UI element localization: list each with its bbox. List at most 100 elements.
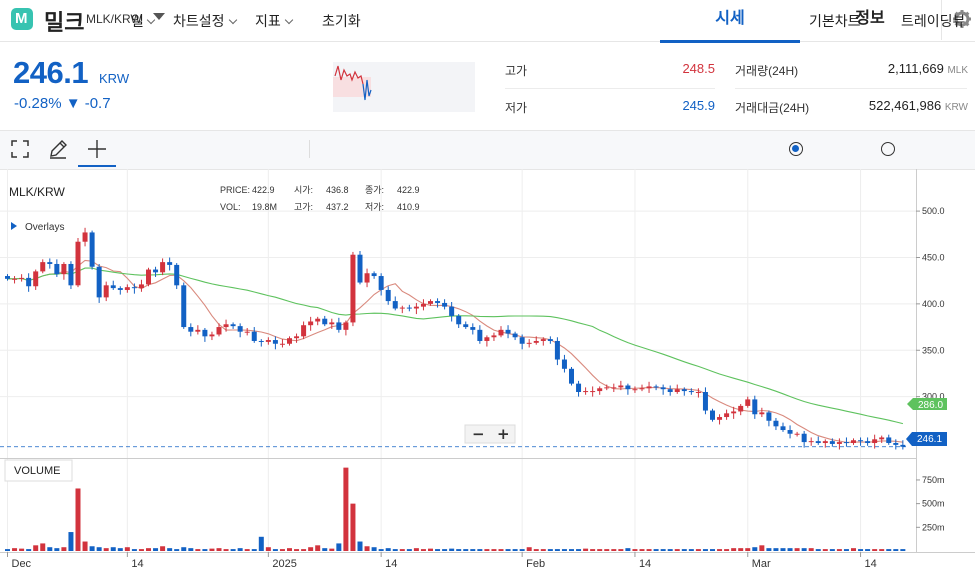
candle-body: [442, 302, 448, 307]
candle-body: [301, 325, 307, 337]
candle-body: [181, 285, 187, 328]
volume-bar: [54, 548, 60, 551]
volume-bar: [540, 549, 546, 551]
volume-bar: [604, 549, 610, 551]
low-value: 245.9: [682, 98, 715, 113]
fullscreen-button[interactable]: [11, 140, 29, 158]
basic-chart-radio[interactable]: [789, 142, 803, 156]
svg-text:저가:: 저가:: [365, 202, 384, 212]
volume-tick-label: 250m: [922, 522, 945, 532]
volume-bar: [836, 549, 842, 551]
candle-body: [851, 440, 856, 444]
candle-body: [554, 340, 560, 360]
svg-text:시가:: 시가:: [294, 185, 313, 195]
candle-body: [759, 412, 765, 415]
candle-body: [61, 263, 67, 275]
candle-body: [484, 337, 490, 341]
date-tick-label: Dec: [12, 558, 32, 570]
volume-bar: [378, 549, 384, 551]
volume-bar: [477, 549, 483, 551]
candle-body: [639, 388, 645, 390]
triangle-right-icon[interactable]: [11, 222, 17, 230]
divider: [505, 88, 715, 89]
volume-bar: [512, 549, 518, 551]
draw-button[interactable]: [48, 139, 68, 159]
overlays-toggle[interactable]: Overlays: [25, 222, 64, 233]
candle-body: [399, 307, 405, 309]
reset-button[interactable]: 초기화: [322, 11, 361, 31]
volume-bar: [695, 549, 701, 551]
candle-body: [815, 441, 821, 444]
volume-bar: [181, 547, 187, 551]
candle-body: [491, 335, 497, 338]
zoom-in-button[interactable]: +: [497, 425, 510, 443]
candle-body: [40, 262, 46, 272]
volume-bar: [597, 549, 603, 551]
candle-body: [110, 285, 116, 289]
candle-body: [364, 273, 370, 283]
trading-view-radio[interactable]: [881, 142, 895, 156]
date-axis: Dec 14 2025 14 Feb 14 Mar 14: [7, 552, 877, 570]
high-label: 고가: [505, 64, 528, 78]
candle-body: [47, 262, 53, 264]
tab-quote[interactable]: 시세: [660, 0, 800, 43]
price-tick-label: 400.0: [922, 299, 945, 309]
candle-body: [710, 410, 715, 420]
candle-body: [688, 391, 694, 393]
volume-bar: [745, 548, 751, 551]
zoom-controls: − +: [464, 424, 516, 444]
candle-body: [315, 318, 321, 322]
volume-bar: [505, 549, 511, 551]
candle-body: [865, 441, 871, 444]
svg-text:고가:: 고가:: [294, 202, 313, 212]
svg-text:246.1: 246.1: [917, 434, 942, 445]
volume-bar: [428, 548, 433, 551]
volume-bar: [223, 549, 229, 551]
svg-text:436.8: 436.8: [326, 185, 349, 195]
volume-bar: [576, 549, 582, 551]
candle-body: [406, 307, 412, 309]
candle-body: [26, 277, 32, 287]
indicator-menu[interactable]: 지표: [255, 11, 281, 31]
volume-bar: [526, 547, 532, 551]
candle-body: [357, 254, 363, 283]
chart-settings-menu[interactable]: 차트설정: [173, 11, 225, 31]
coin-logo-icon: M: [11, 8, 33, 30]
candle-body: [590, 391, 596, 393]
candle-body: [836, 442, 842, 444]
date-tick-label: Feb: [526, 558, 545, 570]
basic-chart-label[interactable]: 기본차트: [809, 11, 861, 31]
coin-name[interactable]: 밀크: [44, 5, 84, 37]
volume-bar: [350, 503, 356, 551]
volume-bar: [26, 549, 32, 551]
candle-body: [237, 326, 243, 332]
volume-bar: [759, 545, 765, 551]
volume-bar: [385, 548, 391, 551]
candle-body: [294, 336, 300, 339]
interval-select[interactable]: 일: [131, 11, 144, 31]
candle-body: [611, 387, 617, 389]
volume-bar: [287, 548, 292, 551]
candle-body: [329, 322, 335, 325]
volume-bar: [829, 549, 835, 551]
trading-view-label[interactable]: 트레이딩뷰: [901, 11, 965, 31]
candle-body: [540, 339, 546, 341]
volume-bar: [702, 549, 708, 551]
date-tick-label: Mar: [752, 558, 771, 570]
candle-body: [477, 329, 483, 341]
volume-bar: [738, 548, 744, 551]
volume-bar: [646, 549, 652, 551]
candle-body: [463, 324, 469, 328]
candle-body: [68, 263, 74, 286]
crosshair-button[interactable]: [78, 131, 116, 167]
candle-body: [604, 387, 610, 389]
volume-bar: [533, 549, 539, 551]
zoom-out-button[interactable]: −: [472, 425, 485, 443]
volume-bar: [449, 548, 455, 551]
candle-body: [533, 340, 539, 343]
candle-body: [258, 340, 264, 342]
candle-body: [731, 411, 737, 414]
price-chart[interactable]: 500.0450.0400.0350.0300.0 750m500m250m D…: [0, 169, 975, 570]
volume-label: VOLUME: [14, 465, 60, 477]
svg-text:19.8M: 19.8M: [252, 202, 277, 212]
